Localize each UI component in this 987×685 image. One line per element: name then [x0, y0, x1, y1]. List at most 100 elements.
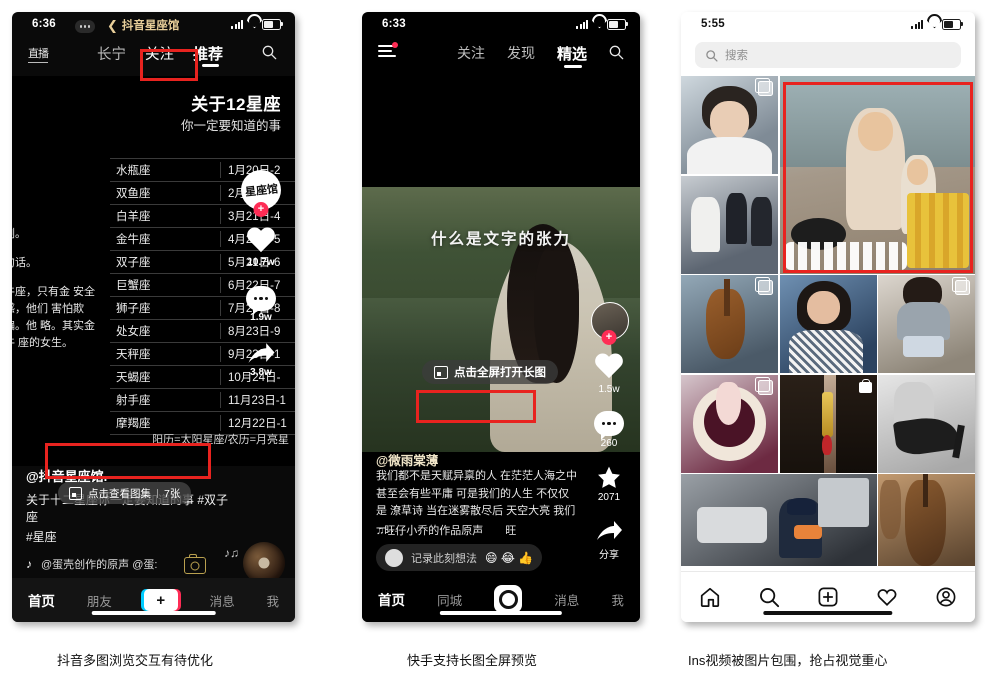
video-overlay-title: 什么是文字的张力 [430, 231, 571, 248]
wifi-icon [592, 20, 603, 29]
like-button[interactable]: 10.7w [235, 228, 287, 268]
share-button[interactable]: 3.8w [235, 341, 287, 378]
search-input[interactable]: 搜索 [695, 42, 961, 68]
nav-profile[interactable]: 我 [611, 590, 624, 609]
nav-messages[interactable]: 消息 [210, 591, 235, 610]
douyin-bottom-nav: 首页 朋友 + 消息 我 [12, 578, 295, 622]
long-image-chip-button[interactable]: 点击全屏打开长图 [422, 360, 558, 384]
poster-left-paragraph: 剧。 句话。 牛座，只有金 安全感，他们 害怕欺骗。他 略。其实金牛 座的女生。 [12, 226, 96, 364]
tab-discover[interactable]: 发现 [507, 43, 535, 63]
status-bar: 6:33 [362, 12, 640, 38]
nav-local[interactable]: 同城 [437, 590, 462, 609]
search-icon[interactable] [261, 44, 277, 60]
grid-cell-gold-earring-hair[interactable] [779, 374, 877, 473]
music-title: @蛋壳创作的原声 @蛋: [41, 559, 158, 571]
follow-plus-button[interactable]: + [601, 330, 617, 345]
douyin-action-rail: 星座馆 + 10.7w 1.9w 3.8w [235, 170, 287, 378]
nav-home[interactable]: 首页 [28, 590, 55, 610]
comment-bubble-icon[interactable] [594, 411, 624, 440]
grid-cell-workshop-tools[interactable] [681, 275, 778, 373]
emoji-shortcuts[interactable]: 😄 😂 👍 [485, 551, 533, 565]
share-label: 分享 [599, 550, 619, 561]
share-arrow-icon[interactable] [594, 519, 624, 544]
create-post-button[interactable]: + [140, 589, 181, 611]
zodiac-sign: 狮子座 [116, 303, 151, 315]
record-button-icon[interactable] [494, 585, 523, 613]
zodiac-sign: 白羊座 [116, 211, 151, 223]
tab-selected[interactable]: 精选 [557, 43, 587, 64]
comment-bubble-icon[interactable] [246, 286, 276, 315]
comment-input[interactable]: 记录此刻想法 😄 😂 👍 [376, 544, 543, 571]
search-icon[interactable] [608, 44, 624, 60]
camera-icon[interactable] [184, 554, 206, 574]
home-icon[interactable] [699, 586, 721, 608]
nav-home[interactable]: 首页 [378, 589, 405, 609]
grid-cell-cello-in-store[interactable] [878, 474, 975, 566]
gallery-chip-button[interactable]: 点击查看图集 7张 [58, 482, 192, 504]
screenshot-canvas: 6:36 ❮ 抖音星座馆 直播 长宁 关注 推荐 关于12星座 你一定要知道的事… [0, 0, 987, 685]
wifi-icon [247, 20, 258, 29]
tab-live[interactable]: 直播 [28, 45, 49, 63]
gallery-chip-count: 7张 [164, 487, 181, 500]
zodiac-sign: 摩羯座 [116, 418, 151, 430]
author-handle[interactable]: @微雨棠薄 [376, 450, 438, 469]
gallery-chip-label: 点击查看图集 [88, 487, 151, 500]
zodiac-sign: 金牛座 [116, 234, 151, 246]
tab-following[interactable]: 关注 [457, 43, 485, 63]
status-indicators [231, 19, 283, 30]
heart-icon[interactable] [246, 228, 276, 256]
comment-count: 1.9w [250, 312, 272, 323]
follow-plus-button[interactable]: + [253, 202, 269, 217]
avatar[interactable]: + [591, 302, 629, 345]
grid-cell-portrait-young-man[interactable] [681, 76, 778, 174]
like-button[interactable]: 1.5w [584, 354, 634, 395]
grid-cell-dessert-pour[interactable] [681, 374, 778, 473]
chip-divider [157, 488, 158, 498]
heart-icon[interactable] [594, 354, 624, 382]
share-count: 3.8w [250, 367, 272, 378]
cellular-signal-icon [911, 20, 923, 29]
sound-row[interactable]: ♫旺仔小乔的作品原声 旺 [376, 522, 516, 538]
nav-messages[interactable]: 消息 [554, 590, 579, 609]
kuaishou-action-rail: + 1.5w 260 2071 分享 [584, 302, 634, 561]
reels-badge-icon [755, 277, 773, 295]
tab-changning[interactable]: 长宁 [97, 43, 126, 64]
like-count: 10.7w [247, 257, 275, 268]
profile-icon[interactable] [935, 586, 957, 608]
poster-heading: 关于12星座 你一定要知道的事 [181, 94, 281, 135]
grid-cell-woman-denim-shorts[interactable] [878, 275, 975, 373]
share-button[interactable]: 分享 [584, 519, 634, 561]
grid-cell-high-heel-shoe[interactable] [878, 374, 975, 473]
grid-cell-cctv-counter-clip[interactable] [681, 474, 877, 566]
reels-badge-icon [755, 78, 773, 96]
caption-phone3: Ins视频被图片包围，抢占视觉重心 [688, 653, 888, 668]
grid-cell-smiling-woman-blue[interactable] [779, 275, 877, 373]
comment-button[interactable]: 1.9w [235, 286, 287, 323]
share-arrow-icon[interactable] [246, 341, 276, 366]
highlight-box-video-cell [783, 82, 973, 273]
home-indicator [91, 611, 216, 615]
highlight-box-following-tab [140, 49, 198, 81]
nav-profile[interactable]: 我 [267, 591, 280, 610]
home-indicator [439, 611, 563, 615]
battery-icon [607, 19, 628, 30]
zodiac-sign: 射手座 [116, 395, 151, 407]
poster-subtitle: 你一定要知道的事 [180, 119, 281, 134]
grid-cell-group-sitting[interactable] [681, 175, 778, 274]
reels-badge-icon [952, 277, 970, 295]
activity-heart-icon[interactable] [876, 586, 898, 608]
table-row: 射手座 11月23日-1 [110, 388, 295, 411]
status-bar: 5:55 [681, 12, 975, 38]
phone-mockup-kuaishou: 6:33 关注 发现 精选 什么是文字的张力 点击全屏打开长图 @微雨棠薄 我们… [362, 12, 640, 622]
nav-friends[interactable]: 朋友 [87, 591, 112, 610]
hamburger-icon[interactable] [378, 42, 398, 58]
poster-title: 关于12星座 [191, 95, 281, 114]
caption-line2[interactable]: #星座 [26, 529, 229, 546]
add-post-icon[interactable] [817, 586, 839, 608]
comment-button[interactable]: 260 [584, 411, 634, 449]
star-icon[interactable] [596, 465, 622, 490]
music-row[interactable]: ♪ @蛋壳创作的原声 @蛋: [26, 556, 157, 572]
favorite-button[interactable]: 2071 [584, 465, 634, 503]
avatar[interactable]: 星座馆 + [241, 170, 281, 217]
search-icon[interactable] [758, 586, 780, 608]
